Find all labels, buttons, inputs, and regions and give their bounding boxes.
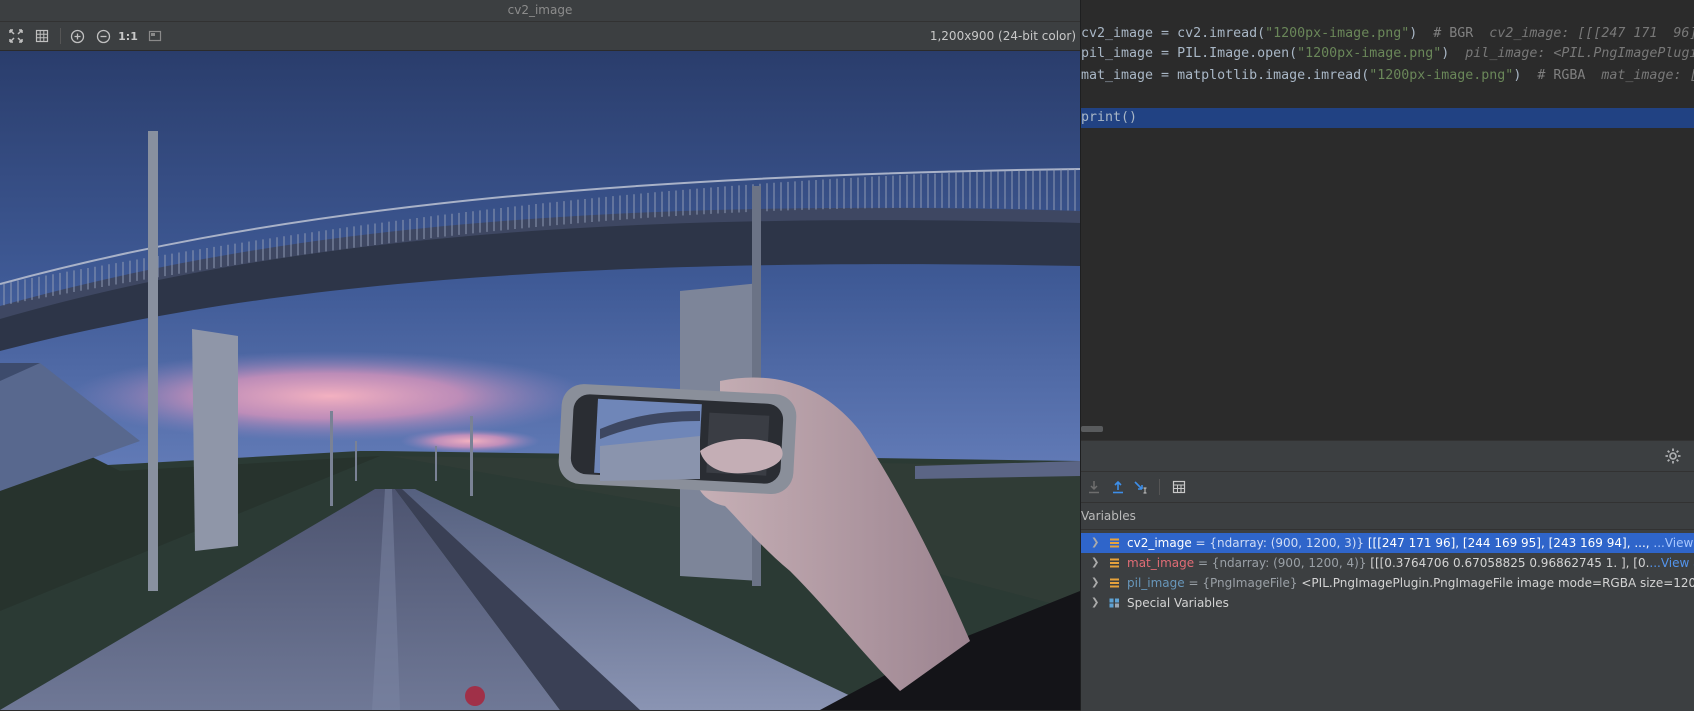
debug-toolbar: [1081, 472, 1694, 503]
zoom-in-icon[interactable]: [67, 26, 87, 46]
horizontal-scrollbar[interactable]: [1081, 426, 1103, 432]
code-line-3[interactable]: mat_image = matplotlib.image.imread("120…: [1081, 66, 1694, 86]
special-variables-icon: [1109, 598, 1119, 608]
variable-type: = {ndarray: (900, 1200, 4)}: [1194, 556, 1371, 570]
code-editor[interactable]: cv2_image = cv2.imread("1200px-image.png…: [1081, 0, 1694, 440]
image-canvas: [0, 51, 1080, 710]
variable-row-pil-image[interactable]: ❯ pil_image = {PngImageFile} <PIL.PngIma…: [1081, 573, 1694, 593]
variable-text: cv2_image = {ndarray: (900, 1200, 3)} [[…: [1127, 533, 1694, 553]
step-out-icon[interactable]: [1107, 476, 1129, 498]
view-as-array-link[interactable]: ...View as A: [1653, 536, 1694, 550]
variable-row-special-variables[interactable]: ❯ Special Variables: [1081, 593, 1694, 613]
code-line-2[interactable]: pil_image = PIL.Image.open("1200px-image…: [1081, 44, 1694, 64]
inline-value-hint: mat_image: [[: [1585, 68, 1694, 83]
expand-arrow-icon[interactable]: ❯: [1091, 593, 1101, 613]
variable-type: = {ndarray: (900, 1200, 3)}: [1191, 536, 1368, 550]
code-string: "1200px-image.png": [1265, 26, 1410, 41]
code-line-1[interactable]: cv2_image = cv2.imread("1200px-image.png…: [1081, 24, 1694, 44]
debug-panel: Variables ❯ cv2_image = {ndarray: (900, …: [1081, 440, 1694, 711]
code-text: pil_image = PIL.Image.open(: [1081, 46, 1298, 61]
inline-value-hint: pil_image: <PIL.PngImagePlugin: [1465, 46, 1694, 61]
object-icon: [1110, 578, 1119, 588]
run-to-cursor-icon[interactable]: [1131, 476, 1153, 498]
actual-size-button[interactable]: 1:1: [117, 30, 139, 43]
evaluate-table-icon[interactable]: [1168, 476, 1190, 498]
variable-value: [[[247 171 96], [244 169 95], [243 169 9…: [1367, 536, 1654, 550]
array-icon: [1110, 558, 1119, 568]
background-toggle-icon[interactable]: [145, 26, 165, 46]
variable-text: Special Variables: [1127, 593, 1229, 613]
expand-arrow-icon[interactable]: ❯: [1091, 553, 1101, 573]
variable-type: = {PngImageFile}: [1184, 576, 1302, 590]
toolbar-separator: [1159, 479, 1160, 495]
view-as-array-link[interactable]: ...View as A: [1649, 556, 1694, 570]
variable-name: mat_image: [1127, 556, 1195, 570]
code-text: ): [1441, 46, 1466, 61]
grid-icon[interactable]: [32, 26, 52, 46]
zoom-out-icon[interactable]: [93, 26, 113, 46]
code-comment: # RGBA: [1537, 68, 1586, 83]
variable-name: Special Variables: [1127, 596, 1229, 610]
variable-row-mat-image[interactable]: ❯ mat_image = {ndarray: (900, 1200, 4)} …: [1081, 553, 1694, 573]
variable-name: pil_image: [1127, 576, 1185, 590]
photo-image: [0, 51, 1080, 710]
code-line-current[interactable]: print(): [1081, 108, 1694, 128]
code-string: "1200px-image.png": [1297, 46, 1442, 61]
viewer-title: cv2_image: [0, 0, 1080, 22]
variable-text: mat_image = {ndarray: (900, 1200, 4)} [[…: [1127, 553, 1694, 573]
image-viewer-window: cv2_image 1:1 1,200x900 (24-bit color): [0, 0, 1081, 710]
code-text: ): [1409, 26, 1434, 41]
viewer-toolbar: 1:1 1,200x900 (24-bit color): [0, 22, 1080, 51]
expand-arrow-icon[interactable]: ❯: [1091, 533, 1101, 553]
code-comment: # BGR: [1433, 26, 1474, 41]
code-text: mat_image = matplotlib.image.imread(: [1081, 68, 1370, 83]
code-text: print(): [1081, 110, 1138, 125]
code-text: cv2_image = cv2.imread(: [1081, 26, 1266, 41]
variable-value: [[[0.3764706 0.67058825 0.96862745 1. ],…: [1370, 556, 1650, 570]
phone-in-image: [558, 384, 797, 494]
variables-panel-title: Variables: [1081, 503, 1694, 530]
debug-panel-header: [1081, 441, 1694, 472]
gear-icon[interactable]: [1664, 447, 1682, 465]
code-string: "1200px-image.png": [1369, 68, 1514, 83]
image-info-label: 1,200x900 (24-bit color): [929, 29, 1076, 43]
variable-value: <PIL.PngImagePlugin.PngImageFile image m…: [1301, 576, 1694, 590]
inline-value-hint: cv2_image: [[[247 171 96],: [1473, 26, 1694, 41]
array-icon: [1110, 538, 1119, 548]
variable-text: pil_image = {PngImageFile} <PIL.PngImage…: [1127, 573, 1694, 593]
variable-name: cv2_image: [1127, 536, 1192, 550]
code-text: ): [1513, 68, 1538, 83]
step-into-icon[interactable]: [1083, 476, 1105, 498]
variable-row-cv2-image[interactable]: ❯ cv2_image = {ndarray: (900, 1200, 3)} …: [1081, 533, 1694, 553]
fit-to-window-icon[interactable]: [6, 26, 26, 46]
expand-arrow-icon[interactable]: ❯: [1091, 573, 1101, 593]
